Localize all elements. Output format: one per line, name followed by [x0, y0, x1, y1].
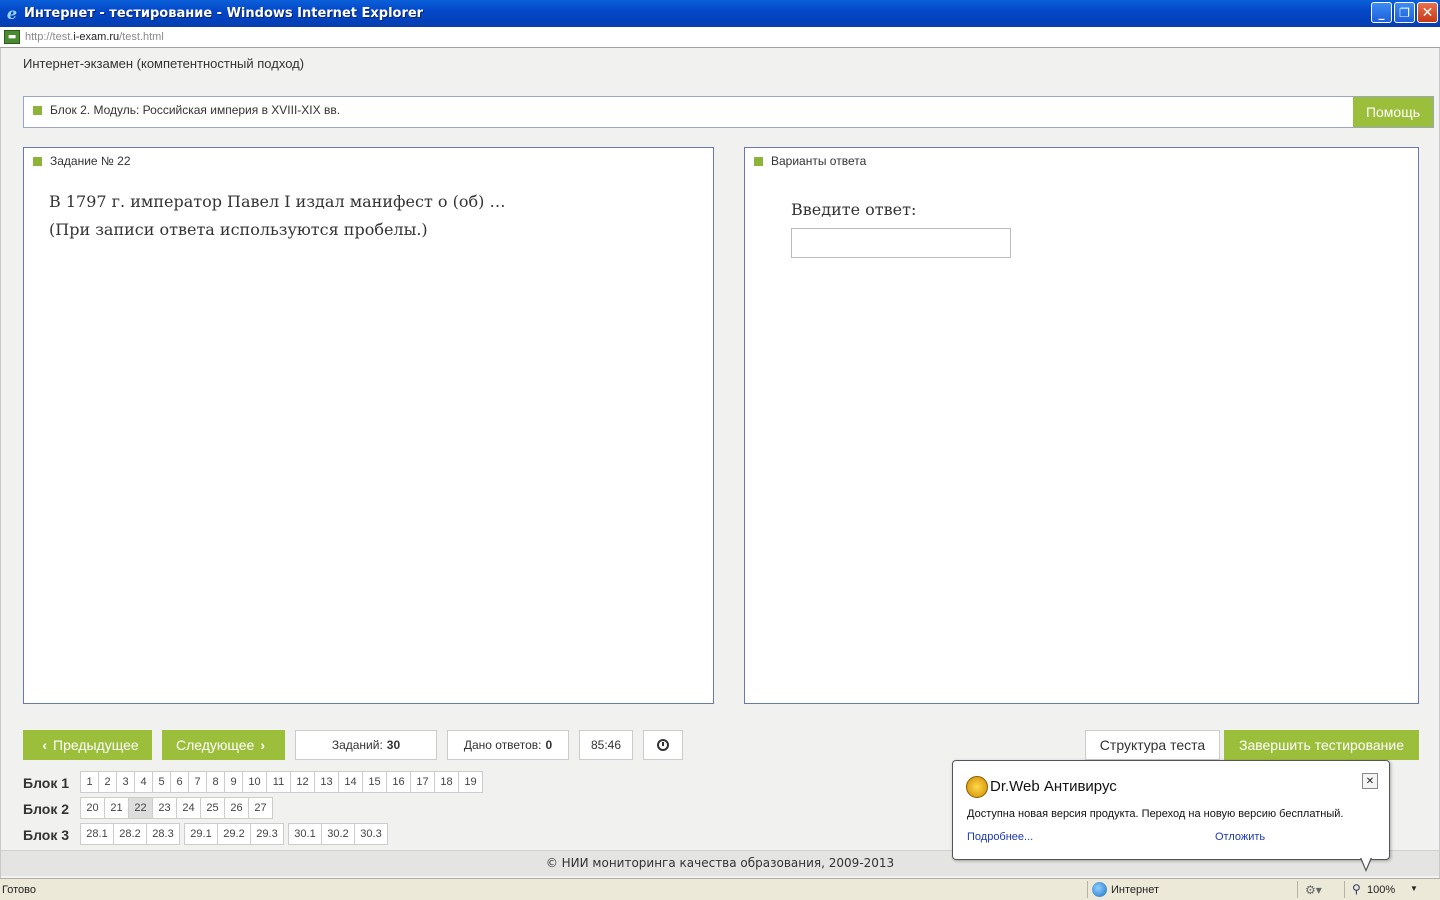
question-line-2: (При записи ответа используются пробелы.… [49, 220, 428, 239]
question-nav-item[interactable]: 8 [206, 771, 225, 793]
block-1-label: Блок 1 [23, 775, 70, 791]
close-window-button[interactable]: ✕ [1417, 2, 1438, 23]
window-titlebar: e Интернет - тестирование - Windows Inte… [0, 0, 1440, 27]
drweb-spider-icon [966, 776, 988, 798]
task-panel: Задание № 22 В 1797 г. император Павел I… [23, 147, 714, 704]
status-text: Готово [2, 884, 36, 896]
question-nav-item[interactable]: 9 [224, 771, 243, 793]
question-nav-item[interactable]: 4 [134, 771, 153, 793]
page-icon: ▬ [4, 30, 20, 44]
block-label: Блок 2. Модуль: Российская империя в XVI… [50, 103, 341, 117]
help-button[interactable]: Помощь [1353, 97, 1433, 127]
zoom-level[interactable]: 100% [1367, 884, 1395, 896]
window-title: Интернет - тестирование - Windows Intern… [24, 6, 424, 21]
previous-button[interactable]: ‹ Предыдущее [23, 730, 152, 760]
test-structure-button[interactable]: Структура теста [1085, 730, 1220, 760]
question-nav-item[interactable]: 11 [266, 771, 291, 793]
question-nav-item[interactable]: 24 [176, 797, 201, 819]
question-nav-item[interactable]: 10 [242, 771, 267, 793]
answer-header: Варианты ответа [771, 154, 867, 168]
task-header: Задание № 22 [50, 154, 131, 168]
answer-label: Введите ответ: [791, 200, 917, 219]
page-content: Интернет-экзамен (компетентностный подхо… [0, 48, 1440, 878]
security-zone: Интернет [1111, 884, 1159, 896]
block-header: Блок 2. Модуль: Российская империя в XVI… [23, 96, 1434, 128]
question-nav-item[interactable]: 22 [128, 797, 153, 819]
zoom-icon[interactable]: ⚲ [1352, 882, 1361, 896]
answers-count: Дано ответов: 0 [447, 730, 569, 760]
question-nav-item[interactable]: 14 [338, 771, 363, 793]
question-nav-item[interactable]: 18 [434, 771, 459, 793]
bullet-square-icon [754, 157, 763, 166]
question-nav-item[interactable]: 30.1 [288, 823, 322, 845]
drweb-message: Доступна новая версия продукта. Переход … [967, 808, 1344, 820]
question-nav-item[interactable]: 3 [116, 771, 135, 793]
drweb-notification: Dr.Web Антивирус ✕ Доступна новая версия… [952, 760, 1390, 860]
question-nav-item[interactable]: 29.3 [250, 823, 284, 845]
question-nav-item[interactable]: 5 [152, 771, 171, 793]
bullet-square-icon [33, 157, 42, 166]
exam-title: Интернет-экзамен (компетентностный подхо… [23, 56, 305, 71]
question-nav-item[interactable]: 29.1 [184, 823, 218, 845]
question-nav-item[interactable]: 28.1 [80, 823, 114, 845]
drweb-tail-inner [1361, 857, 1371, 869]
question-nav-item[interactable]: 7 [188, 771, 207, 793]
question-nav-item[interactable]: 16 [386, 771, 411, 793]
next-button[interactable]: Следующее › [162, 730, 285, 760]
block-3-questions: 28.1 28.2 28.3 29.1 29.2 29.3 30.1 30.2 30.3 [80, 823, 388, 845]
finish-test-button[interactable]: Завершить тестирование [1224, 730, 1419, 760]
timer: 85:46 [579, 730, 633, 760]
question-nav-item[interactable]: 17 [410, 771, 435, 793]
question-nav-item[interactable]: 6 [170, 771, 189, 793]
question-line-1: В 1797 г. император Павел I издал манифе… [49, 192, 506, 211]
block-2-label: Блок 2 [23, 801, 70, 817]
question-nav-item[interactable]: 19 [458, 771, 483, 793]
globe-icon [1092, 882, 1107, 897]
question-nav-item[interactable]: 1 [80, 771, 99, 793]
chevron-right-icon: › [260, 737, 266, 753]
status-divider [1344, 881, 1345, 898]
zoom-dropdown-icon[interactable]: ▼ [1410, 884, 1418, 893]
question-nav-item[interactable]: 25 [200, 797, 225, 819]
question-nav-item[interactable]: 30.2 [321, 823, 355, 845]
question-nav-item[interactable]: 27 [248, 797, 273, 819]
drweb-title: Dr.Web Антивирус [990, 778, 1117, 795]
bullet-square-icon [33, 106, 42, 115]
answer-panel: Варианты ответа Введите ответ: [744, 147, 1419, 704]
question-text: В 1797 г. император Павел I издал манифе… [49, 188, 505, 244]
question-nav-item[interactable]: 26 [224, 797, 249, 819]
question-nav-item[interactable]: 12 [290, 771, 315, 793]
block-1-questions: 1 2 3 4 5 6 7 8 9 10 11 12 13 14 15 16 17 18 19 [80, 771, 483, 793]
drweb-more-link[interactable]: Подробнее... [967, 831, 1033, 843]
timer-toggle-button[interactable] [643, 730, 683, 760]
drweb-postpone-link[interactable]: Отложить [1215, 831, 1265, 843]
question-nav-item[interactable]: 2 [98, 771, 117, 793]
block-2-questions: 20 21 22 23 24 25 26 27 [80, 797, 273, 819]
status-bar: Готово Интернет ⚙▾ ⚲ 100% ▼ [0, 878, 1440, 900]
chevron-left-icon: ‹ [42, 737, 47, 753]
question-nav-item[interactable]: 21 [104, 797, 129, 819]
address-bar[interactable]: ▬ http://test.i-exam.ru/test.html [0, 27, 1440, 48]
question-nav-item[interactable]: 23 [152, 797, 177, 819]
question-nav-item[interactable]: 20 [80, 797, 105, 819]
minimize-button[interactable]: _ [1371, 2, 1392, 23]
window-controls: _ ❐ ✕ [1371, 2, 1438, 23]
question-nav-item[interactable]: 13 [314, 771, 339, 793]
question-nav-item[interactable]: 30.3 [354, 823, 388, 845]
question-nav-item[interactable]: 28.2 [113, 823, 147, 845]
answer-input[interactable] [791, 228, 1011, 258]
drweb-close-button[interactable]: ✕ [1362, 773, 1378, 789]
ie-logo-icon: e [6, 4, 18, 23]
status-divider [1087, 881, 1088, 898]
protected-mode-icon[interactable]: ⚙▾ [1305, 883, 1322, 897]
tasks-count: Заданий: 30 [295, 730, 437, 760]
status-divider [1297, 881, 1298, 898]
question-nav-item[interactable]: 15 [362, 771, 387, 793]
restore-button[interactable]: ❐ [1394, 2, 1415, 23]
clock-icon [657, 739, 669, 751]
question-nav-item[interactable]: 29.2 [217, 823, 251, 845]
question-nav-item[interactable]: 28.3 [146, 823, 180, 845]
block-3-label: Блок 3 [23, 827, 70, 843]
url-text[interactable]: http://test.i-exam.ru/test.html [25, 31, 164, 43]
